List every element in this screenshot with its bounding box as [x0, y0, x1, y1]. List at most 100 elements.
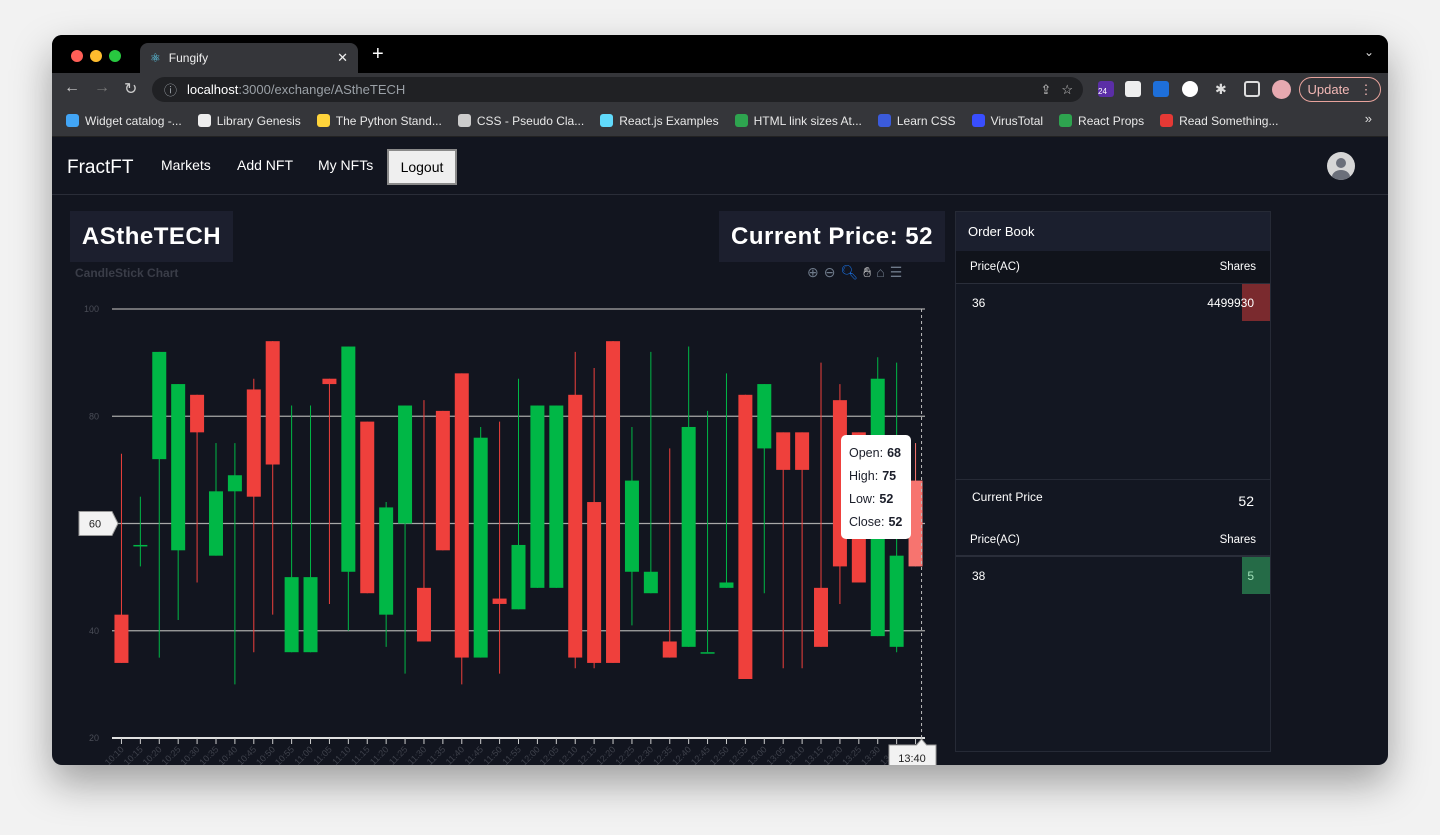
tooltip-label: Open:	[849, 446, 883, 460]
candle-body	[454, 373, 469, 658]
brand-logo[interactable]: FractFT	[67, 157, 134, 179]
bookmark-favicon-icon	[877, 114, 891, 127]
y-tick-label: 100	[84, 304, 99, 314]
bookmark-item[interactable]: The Python Stand...	[316, 113, 442, 128]
update-label: Update	[1307, 82, 1350, 97]
order-book: Order Book Price(AC) Shares 36 4499930 Cu…	[955, 211, 1271, 752]
url-path: :3000/exchange/AStheTECH	[238, 82, 406, 97]
fi-extension-icon[interactable]	[1153, 81, 1169, 97]
x-tick-label: 11:45	[463, 744, 486, 765]
bookmark-favicon-icon	[600, 114, 614, 127]
url-host: localhost	[187, 82, 239, 97]
order-price: 38	[972, 568, 986, 583]
candlestick-chart[interactable]: 1008060402010:1010:1510:2010:2510:3010:3…	[60, 260, 940, 765]
more-bookmarks-icon[interactable]: »	[1365, 111, 1372, 126]
bookmark-label: The Python Stand...	[335, 113, 442, 128]
x-tick-label: 11:30	[406, 744, 429, 765]
col-price: Price(AC)	[970, 261, 1020, 273]
update-button[interactable]: Update ⋮	[1299, 77, 1381, 102]
candle-body	[776, 432, 791, 470]
bookmark-label: CSS - Pseudo Cla...	[476, 113, 585, 128]
candle-body	[587, 502, 602, 663]
extension-icon[interactable]: 24	[1098, 81, 1114, 97]
bookmark-favicon-icon	[1059, 114, 1073, 127]
bookmark-favicon-icon	[734, 114, 748, 127]
logout-button[interactable]: Logout	[387, 149, 457, 185]
maximize-window-button[interactable]	[109, 50, 121, 62]
candle-body	[889, 555, 904, 647]
nav-add-nft[interactable]: Add NFT	[237, 157, 293, 173]
tooltip-label: Low:	[849, 492, 875, 506]
bookmark-label: VirusTotal	[990, 113, 1044, 128]
bookmark-item[interactable]: Library Genesis	[197, 113, 301, 128]
buy-order-row[interactable]: 38 5	[956, 557, 1270, 594]
bookmark-label: HTML link sizes At...	[753, 113, 862, 128]
bookmark-label: Library Genesis	[216, 113, 301, 128]
bookmark-item[interactable]: Read Something...	[1160, 114, 1278, 128]
bookmark-label: Read Something...	[1179, 113, 1279, 128]
tab-list-chevron-icon[interactable]: ⌄	[1364, 45, 1374, 59]
close-tab-icon[interactable]: ✕	[337, 50, 348, 66]
current-price-heading: Current Price: 52	[719, 211, 945, 262]
tooltip-value: 52	[879, 492, 893, 506]
bookmark-item[interactable]: VirusTotal	[971, 113, 1044, 128]
bookmark-item[interactable]: React Props	[1059, 114, 1144, 128]
puzzle-extensions-icon[interactable]: ✱	[1215, 81, 1231, 97]
candle-body	[190, 394, 205, 433]
y-tick-label: 40	[89, 626, 99, 636]
candle-body	[133, 544, 148, 547]
browser-toolbar: ← → ↻ ⓘ localhost:3000/exchange/AStheTEC…	[52, 73, 1388, 105]
mail-extension-icon[interactable]	[1182, 81, 1198, 97]
back-icon[interactable]: ←	[64, 79, 80, 97]
candle-tooltip: Open: 68 High: 75 Low: 52 Close: 52	[841, 435, 911, 539]
current-price-label: Current Price	[972, 490, 1043, 504]
minimize-window-button[interactable]	[90, 50, 102, 62]
bookmark-favicon-icon	[66, 114, 79, 127]
calendar-extension-icon[interactable]	[1125, 81, 1141, 97]
sidebar-icon[interactable]	[1244, 81, 1260, 97]
bookmark-favicon-icon	[457, 114, 471, 127]
candle-body	[341, 346, 356, 572]
order-book-title: Order Book	[956, 212, 1270, 251]
x-tick-label: 11:00	[292, 744, 315, 765]
col-price: Price(AC)	[970, 533, 1020, 546]
x-tick-label: 10:55	[273, 744, 296, 765]
user-avatar[interactable]	[1327, 152, 1355, 180]
info-icon: ⓘ	[164, 83, 178, 98]
bookmark-item[interactable]: HTML link sizes At...	[734, 113, 862, 128]
tooltip-low: Low: 52	[849, 492, 893, 506]
candle-body	[246, 389, 261, 497]
bookmark-item[interactable]: Widget catalog -...	[66, 114, 182, 128]
tab-title: Fungify	[168, 51, 209, 65]
bookmark-item[interactable]: Learn CSS	[877, 114, 956, 128]
candle-body	[511, 544, 526, 610]
new-tab-icon[interactable]: +	[372, 43, 384, 66]
candle-body	[303, 577, 318, 653]
candle-body	[114, 614, 129, 663]
forward-icon[interactable]: →	[94, 79, 110, 97]
nav-markets[interactable]: Markets	[161, 157, 211, 173]
tooltip-label: High:	[849, 469, 878, 483]
sell-order-row[interactable]: 36 4499930	[956, 284, 1270, 321]
candle-body	[398, 405, 413, 524]
candle-body	[530, 405, 545, 588]
reload-icon[interactable]: ↻	[124, 79, 137, 99]
asset-title: AStheTECH	[70, 211, 233, 262]
share-icon[interactable]: ⇪	[1040, 82, 1051, 98]
candle-body	[492, 598, 507, 604]
browser-tab[interactable]: ⚛ Fungify ✕	[140, 43, 358, 73]
x-tick-label: 11:05	[311, 744, 334, 765]
x-tick-label: 11:35	[425, 744, 448, 765]
bookmark-item[interactable]: React.js Examples	[600, 113, 719, 128]
bookmark-label: React.js Examples	[619, 113, 719, 128]
x-tick-label: 11:10	[330, 744, 353, 765]
buy-header: Price(AC) Shares	[956, 524, 1270, 557]
close-window-button[interactable]	[71, 50, 83, 62]
y-tick-label: 20	[89, 733, 99, 743]
address-bar[interactable]: ⓘ localhost:3000/exchange/AStheTECH ⇪ ☆	[152, 77, 1083, 102]
nav-my-nfts[interactable]: My NFTs	[318, 157, 373, 173]
profile-avatar[interactable]	[1272, 80, 1291, 99]
order-shares: 4499930	[1207, 295, 1254, 310]
bookmark-star-icon[interactable]: ☆	[1061, 82, 1073, 98]
bookmark-item[interactable]: CSS - Pseudo Cla...	[457, 113, 585, 128]
